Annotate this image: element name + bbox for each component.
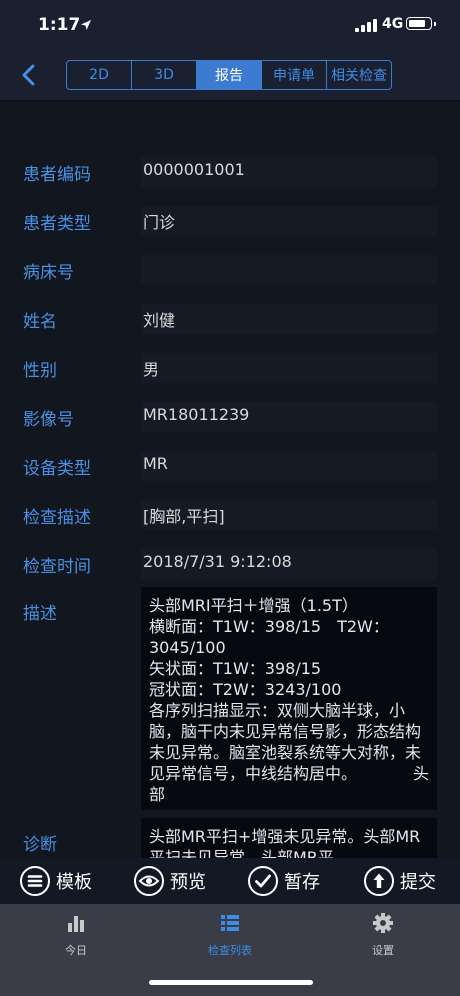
diagnosis-textarea[interactable]: 头部MR平扫+增强未见异常。头部MR平扫未见异常。头部MR平: [141, 818, 437, 858]
field-bed-number: 病床号: [0, 253, 460, 287]
field-label: 性别: [23, 361, 57, 381]
save-draft-button[interactable]: 暂存: [248, 865, 320, 897]
bar-chart-icon: [68, 916, 84, 932]
field-label: 检查描述: [23, 508, 91, 528]
back-chevron-icon[interactable]: [18, 62, 40, 88]
field-value: 2018/7/31 9:12:08: [143, 552, 292, 571]
list-icon: [221, 915, 239, 931]
view-segmented-control: 2D 3D 报告 申请单 相关检查: [66, 60, 392, 90]
field-gender: 性别 男: [0, 351, 460, 385]
field-label: 影像号: [23, 410, 74, 430]
field-value: MR18011239: [143, 405, 250, 424]
field-value: 男: [143, 360, 160, 379]
tab-exam-list[interactable]: 检查列表: [170, 912, 290, 958]
status-bar: 1:17 4G: [0, 0, 460, 50]
field-value: [胸部,平扫]: [143, 507, 225, 526]
field-value: 刘健: [143, 311, 176, 330]
menu-lines-icon: [20, 866, 50, 896]
preview-button[interactable]: 预览: [134, 865, 206, 897]
submit-button[interactable]: 提交: [364, 865, 436, 897]
template-button[interactable]: 模板: [20, 865, 92, 897]
field-image-number: 影像号 MR18011239: [0, 400, 460, 434]
action-bar: 模板 预览 暂存 提交: [0, 858, 460, 904]
field-label: 患者编码: [23, 165, 91, 185]
battery-icon: [406, 17, 436, 30]
tab-report[interactable]: 报告: [197, 61, 262, 89]
field-label: 设备类型: [23, 459, 91, 479]
tab-2d[interactable]: 2D: [67, 61, 132, 89]
field-patient-type: 患者类型 门诊: [0, 204, 460, 238]
cellular-signal-icon: [355, 19, 377, 32]
tab-related-exams[interactable]: 相关检查: [327, 61, 391, 89]
field-value: 0000001001: [143, 160, 245, 179]
gear-icon: [373, 913, 393, 933]
tab-settings[interactable]: 设置: [323, 912, 443, 958]
navigation-bar: 2D 3D 报告 申请单 相关检查: [0, 50, 460, 101]
tab-label: 检查列表: [208, 944, 252, 957]
checkmark-icon: [248, 866, 278, 896]
location-arrow-icon: [81, 20, 91, 30]
report-form: 患者编码 0000001001 患者类型 门诊 病床号 姓名 刘健 性别 男 影…: [0, 100, 460, 858]
field-value: MR: [143, 454, 168, 473]
field-exam-description: 检查描述 [胸部,平扫]: [0, 498, 460, 532]
field-name: 姓名 刘健: [0, 302, 460, 336]
tab-today[interactable]: 今日: [16, 912, 136, 958]
eye-icon: [134, 866, 164, 896]
field-label: 描述: [23, 604, 57, 624]
home-indicator: [149, 980, 313, 985]
field-label: 检查时间: [23, 557, 91, 577]
up-arrow-icon: [364, 866, 394, 896]
tab-request-form[interactable]: 申请单: [262, 61, 327, 89]
tab-label: 今日: [65, 944, 87, 957]
field-device-type: 设备类型 MR: [0, 449, 460, 483]
field-label: 姓名: [23, 312, 57, 332]
field-label: 病床号: [23, 263, 74, 283]
description-textarea[interactable]: 头部MRI平扫＋增强（1.5T） 横断面：T1W：398/15 T2W：3045…: [141, 587, 437, 810]
tab-3d[interactable]: 3D: [132, 61, 197, 89]
field-patient-id: 患者编码 0000001001: [0, 155, 460, 189]
status-time: 1:17: [38, 15, 81, 35]
field-label: 患者类型: [23, 214, 91, 234]
field-label: 诊断: [23, 835, 57, 855]
network-type: 4G: [382, 16, 404, 32]
tab-label: 设置: [372, 944, 394, 957]
field-value: 门诊: [143, 213, 176, 232]
field-exam-time: 检查时间 2018/7/31 9:12:08: [0, 547, 460, 581]
